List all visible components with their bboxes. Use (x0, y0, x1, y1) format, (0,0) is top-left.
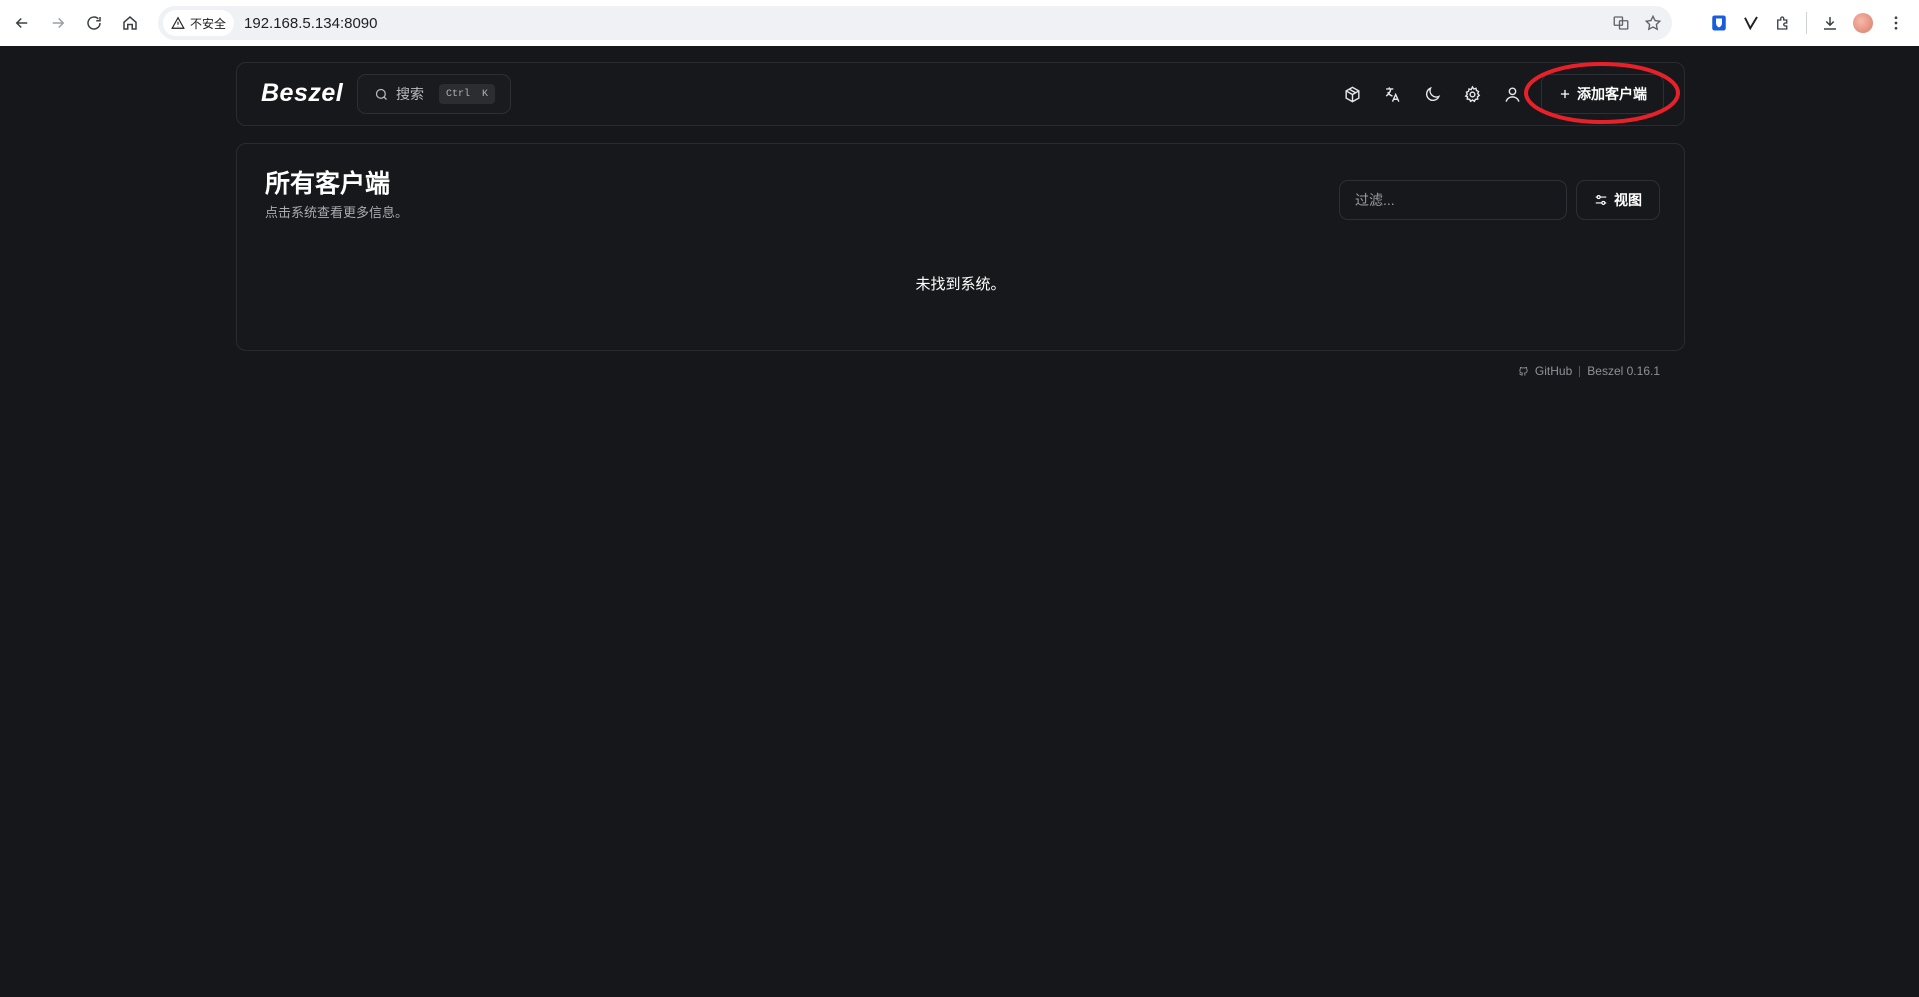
package-icon (1344, 86, 1360, 102)
view-button-label: 视图 (1614, 192, 1642, 208)
arrow-right-icon (52, 17, 65, 29)
filter-input[interactable] (1339, 180, 1567, 220)
translate-icon (1385, 86, 1399, 102)
v-extension-icon[interactable] (1742, 14, 1760, 32)
search-icon (375, 88, 387, 100)
gear-icon (1464, 85, 1480, 102)
view-options-button[interactable]: 视图 (1576, 180, 1660, 220)
security-label: 不安全 (190, 16, 227, 31)
version-link[interactable]: Beszel 0.16.1 (1587, 364, 1660, 378)
app-header: Beszel 搜索 Ctrl K 添加客户端 (236, 62, 1685, 126)
reload-icon (87, 16, 101, 30)
empty-state-message: 未找到系统。 (915, 276, 1006, 293)
language-button[interactable] (1382, 84, 1402, 104)
user-menu-button[interactable] (1502, 84, 1522, 104)
sliders-icon (1595, 195, 1607, 205)
profile-avatar[interactable] (1853, 13, 1873, 33)
theme-toggle-button[interactable] (1422, 84, 1442, 104)
arrow-left-icon (15, 17, 28, 29)
add-system-button[interactable]: 添加客户端 (1541, 74, 1664, 114)
bitwarden-icon[interactable] (1710, 14, 1728, 32)
keyboard-shortcut: Ctrl K (439, 84, 496, 104)
search-label: 搜索 (396, 86, 424, 102)
github-icon (1519, 366, 1528, 376)
reload-button[interactable] (76, 5, 112, 41)
download-icon[interactable] (1821, 14, 1839, 32)
url-text[interactable]: 192.168.5.134:8090 (244, 15, 377, 32)
page-subtitle: 点击系统查看更多信息。 (265, 205, 409, 220)
home-icon (123, 16, 137, 30)
back-button[interactable] (4, 5, 40, 41)
page-title: 所有客户端 (265, 170, 391, 198)
footer-divider (1579, 365, 1581, 377)
github-link[interactable]: GitHub (1535, 364, 1572, 378)
app-logo[interactable]: Beszel (261, 79, 343, 108)
browser-toolbar: 不安全 192.168.5.134:8090 (0, 0, 1919, 46)
toolbar-divider (1806, 12, 1807, 34)
search-button[interactable]: 搜索 Ctrl K (357, 74, 511, 114)
home-button[interactable] (112, 5, 148, 41)
settings-button[interactable] (1462, 84, 1482, 104)
translate-page-icon[interactable] (1612, 14, 1630, 32)
plus-icon (1560, 89, 1570, 99)
containers-button[interactable] (1342, 84, 1362, 104)
extensions-puzzle-icon[interactable] (1774, 14, 1792, 32)
security-chip[interactable]: 不安全 (163, 10, 235, 36)
address-bar[interactable]: 不安全 192.168.5.134:8090 (158, 6, 1672, 40)
footer: GitHub Beszel 0.16.1 (1518, 364, 1660, 378)
shortcut-ctrl: Ctrl (446, 88, 471, 100)
systems-card: 所有客户端 点击系统查看更多信息。 视图 未找到系统。 (236, 143, 1685, 351)
warning-icon (171, 16, 185, 29)
user-icon (1504, 86, 1520, 102)
bookmark-star-icon[interactable] (1644, 14, 1662, 32)
shortcut-key: K (482, 88, 489, 100)
add-system-label: 添加客户端 (1577, 86, 1647, 102)
moon-icon (1425, 86, 1440, 101)
forward-button[interactable] (40, 5, 76, 41)
kebab-menu-icon[interactable] (1887, 14, 1905, 32)
